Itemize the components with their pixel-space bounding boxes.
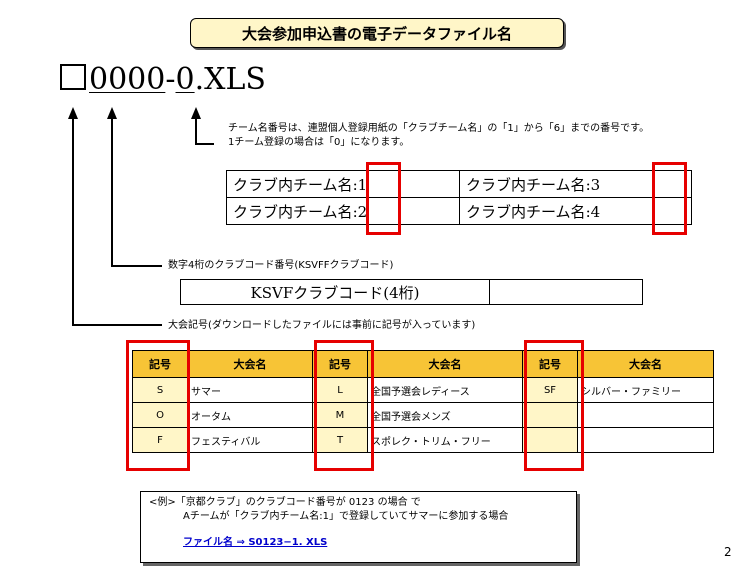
meet-name-cell: スポレク・トリム・フリー: [367, 427, 523, 453]
highlight-symbol-col-3: [524, 340, 584, 471]
header-meet-name: 大会名: [367, 350, 523, 378]
header-meet-name: 大会名: [577, 350, 714, 378]
meet-name-cell: オータム: [187, 402, 313, 428]
club-code-note: 数字4桁のクラブコード番号(KSVFFクラブコード): [168, 260, 394, 271]
team-label-cell: クラブ内チーム名:2: [226, 197, 460, 225]
table-row: O オータム M 全国予選会メンズ: [132, 402, 714, 428]
meet-table: 記号 大会名 記号 大会名 記号 大会名 S サマー L 全国予選会レディース …: [132, 350, 714, 453]
example-line-1: <例>「京都クラブ」のクラブコード番号が 0123 の場合 で: [149, 497, 421, 508]
meet-name-cell: 全国予選会メンズ: [367, 402, 523, 428]
highlight-team-left: [366, 162, 401, 235]
team-number-note-1: チーム名番号は、連盟個人登録用紙の「クラブチーム名」の「1」から「6」までの番号…: [228, 123, 650, 134]
team-label-cell: クラブ内チーム名:1: [226, 170, 460, 198]
ksvf-code-table: KSVFクラブコード(4桁): [180, 279, 643, 305]
highlight-symbol-col-1: [126, 340, 190, 471]
table-row: S サマー L 全国予選会レディース SF シルバー・ファミリー: [132, 377, 714, 403]
meet-code-note: 大会記号(ダウンロードしたファイルには事前に記号が入っています): [168, 320, 476, 331]
meet-name-cell: サマー: [187, 377, 313, 403]
table-row: F フェスティバル T スポレク・トリム・フリー: [132, 427, 714, 453]
meet-name-cell: [577, 427, 714, 453]
example-line-2: Aチームが「クラブ内チーム名:1」で登録していてサマーに参加する場合: [183, 511, 509, 522]
meet-name-cell: 全国予選会レディース: [367, 377, 523, 403]
meet-name-cell: [577, 402, 714, 428]
highlight-team-right: [652, 162, 687, 235]
page-number: 2: [724, 545, 732, 559]
team-number-note-2: 1チーム登録の場合は「0」になります。: [228, 137, 410, 148]
meet-name-cell: フェスティバル: [187, 427, 313, 453]
ksvf-code-value: [489, 279, 643, 305]
meet-name-cell: シルバー・ファミリー: [577, 377, 714, 403]
example-box: <例>「京都クラブ」のクラブコード番号が 0123 の場合 で Aチームが「クラ…: [140, 491, 577, 563]
highlight-symbol-col-2: [314, 340, 374, 471]
team-label-table: クラブ内チーム名:1 クラブ内チーム名:3 クラブ内チーム名:2 クラブ内チーム…: [226, 170, 692, 225]
example-filename-link[interactable]: ファイル名 ⇒ S0123−1. XLS: [183, 537, 327, 548]
ksvf-code-label: KSVFクラブコード(4桁): [180, 279, 490, 305]
header-meet-name: 大会名: [187, 350, 313, 378]
